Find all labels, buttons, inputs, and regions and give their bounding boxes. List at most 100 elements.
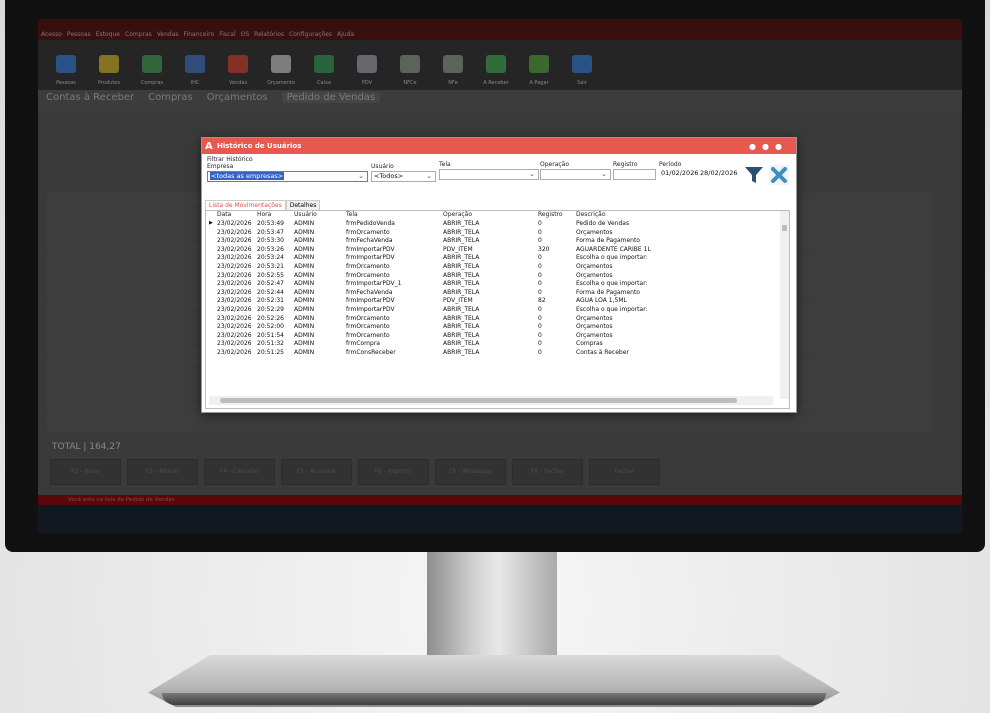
empresa-select[interactable]: <todas as empresas> ⌄ [207,171,368,182]
table-row[interactable]: 23/02/2026 20:52:44 ADMIN frmFechaVenda ABRI… [206,289,789,298]
table-cell: frmConsReceber [346,348,396,356]
table-cell: 23/02/2026 [217,245,252,253]
table-row[interactable]: 23/02/2026 20:52:55 ADMIN frmOrcamento ABRIR… [206,272,789,281]
tab-lista-movimentacoes[interactable]: Lista de Movimentações [205,200,286,210]
column-header[interactable]: Operação [443,211,472,218]
table-cell: 23/02/2026 [217,314,252,322]
empresa-label: Empresa [207,163,234,170]
table-cell: 23/02/2026 [217,288,252,296]
table-cell: 20:53:47 [257,228,284,236]
table-cell: Forma de Pagamento [576,237,640,245]
registro-input[interactable] [613,169,656,180]
table-row[interactable]: 23/02/2026 20:53:30 ADMIN frmFechaVenda ABRI… [206,237,789,246]
column-header[interactable]: Registro [538,211,563,218]
table-cell: 20:52:26 [257,314,284,322]
table-cell: 0 [538,271,542,279]
table-cell: 23/02/2026 [217,297,252,305]
window-controls-icon[interactable]: ●●● [749,142,788,151]
table-cell: 0 [538,288,542,296]
filter-button[interactable] [743,164,765,186]
historico-usuarios-dialog: A Histórico de Usuários ●●● Filtrar Hist… [201,137,797,413]
table-cell: frmOrcamento [346,271,390,279]
table-cell: frmImportarPDV [346,254,395,262]
table-cell: AGUA LOA 1,5ML [576,297,627,305]
table-cell: ABRIR_TELA [443,340,480,348]
operacao-select[interactable]: ⌄ [540,169,611,180]
table-cell: 23/02/2026 [217,323,252,331]
table-cell: 23/02/2026 [217,348,252,356]
table-cell: ABRIR_TELA [443,314,480,322]
table-cell: frmOrcamento [346,331,390,339]
table-row[interactable]: 23/02/2026 20:53:47 ADMIN frmOrcamento ABRIR… [206,229,789,238]
column-header[interactable]: Descrição [576,211,606,218]
table-cell: ABRIR_TELA [443,348,480,356]
periodo-fim[interactable]: 28/02/2026 [698,169,737,180]
table-cell: 20:52:55 [257,271,284,279]
table-cell: ADMIN [294,331,315,339]
table-cell: PDV_ITEM [443,297,473,305]
table-row[interactable]: ▶ 23/02/2026 20:53:49 ADMIN frmPedidoVenda AB… [206,220,789,229]
table-row[interactable]: 23/02/2026 20:52:26 ADMIN frmOrcamento ABRIR… [206,315,789,324]
table-cell: Pedido de Vendas [576,220,630,227]
chevron-down-icon: ⌄ [426,172,432,180]
table-cell: PDV_ITEM [443,245,473,253]
clear-filter-button[interactable] [769,165,789,185]
table-row[interactable]: 23/02/2026 20:52:29 ADMIN frmImportarPDV ABR… [206,306,789,315]
table-cell: frmImportarPDV_1 [346,280,402,288]
table-cell: 23/02/2026 [217,254,252,262]
table-row[interactable]: 23/02/2026 20:51:32 ADMIN frmCompra ABRIR_TE… [206,340,789,349]
table-cell: 20:52:47 [257,280,284,288]
table-cell: 20:53:21 [257,262,284,270]
table-cell: 23/02/2026 [217,228,252,236]
table-row[interactable]: 23/02/2026 20:51:54 ADMIN frmOrcamento ABRIR… [206,332,789,341]
monitor-base [148,655,840,707]
column-header[interactable]: Usuário [294,211,317,218]
table-cell: ABRIR_TELA [443,280,480,288]
table-cell: 0 [538,331,542,339]
table-cell: ADMIN [294,220,315,227]
table-cell: ABRIR_TELA [443,237,480,245]
table-row[interactable]: 23/02/2026 20:53:24 ADMIN frmImportarPDV ABR… [206,254,789,263]
row-selector-icon: ▶ [209,220,213,226]
table-cell: frmImportarPDV [346,245,395,253]
table-cell: frmOrcamento [346,323,390,331]
usuario-select[interactable]: <Todos> ⌄ [371,171,436,182]
table-cell: ADMIN [294,297,315,305]
table-cell: ABRIR_TELA [443,331,480,339]
table-cell: ABRIR_TELA [443,323,480,331]
periodo-inicio[interactable]: 01/02/2026 [659,169,698,180]
table-row[interactable]: 23/02/2026 20:53:26 ADMIN frmImportarPDV PDV… [206,246,789,255]
table-row[interactable]: 23/02/2026 20:51:25 ADMIN frmConsReceber ABR… [206,349,789,358]
table-cell: 0 [538,228,542,236]
column-header[interactable]: Data [217,211,231,218]
table-cell: ADMIN [294,245,315,253]
vertical-scrollbar[interactable] [780,211,789,399]
table-cell: ADMIN [294,237,315,245]
table-cell: 82 [538,297,546,305]
table-cell: frmCompra [346,340,380,348]
table-cell: ADMIN [294,228,315,236]
table-cell: ADMIN [294,280,315,288]
table-cell: Compras [576,340,603,348]
scroll-thumb[interactable] [782,225,787,231]
table-row[interactable]: 23/02/2026 20:53:21 ADMIN frmOrcamento ABRIR… [206,263,789,272]
table-cell: frmOrcamento [346,228,390,236]
usuario-value: <Todos> [374,172,404,180]
table-cell: 20:51:25 [257,348,284,356]
scroll-thumb[interactable] [220,398,737,403]
table-row[interactable]: 23/02/2026 20:52:31 ADMIN frmImportarPDV PDV… [206,297,789,306]
table-cell: Contas à Receber [576,348,629,356]
tab-detalhes[interactable]: Detalhes [285,200,321,210]
table-cell: 320 [538,245,550,253]
column-header[interactable]: Hora [257,211,271,218]
table-cell: 20:53:24 [257,254,284,262]
table-cell: 20:52:00 [257,323,284,331]
column-header[interactable]: Tela [346,211,358,218]
table-row[interactable]: 23/02/2026 20:52:47 ADMIN frmImportarPDV_1 A… [206,280,789,289]
table-cell: AGUARDENTE CARIBE 1L [576,245,651,253]
table-row[interactable]: 23/02/2026 20:52:00 ADMIN frmOrcamento ABRIR… [206,323,789,332]
table-cell: ADMIN [294,348,315,356]
table-cell: Orçamentos [576,262,613,270]
tela-select[interactable]: ⌄ [439,169,539,180]
horizontal-scrollbar[interactable] [209,396,773,405]
